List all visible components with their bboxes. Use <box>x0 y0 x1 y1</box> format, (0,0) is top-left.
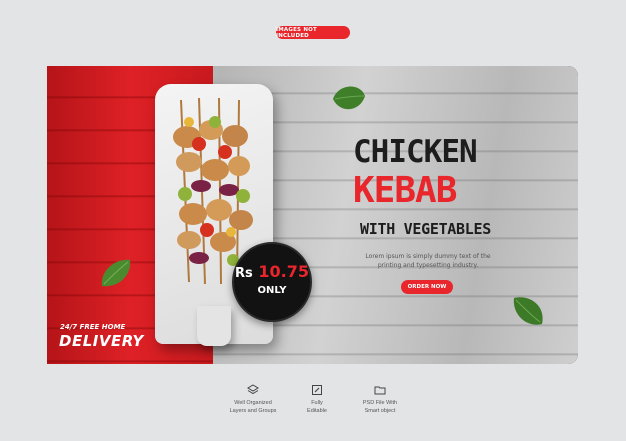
order-now-button[interactable]: ORDER NOW <box>401 280 453 294</box>
images-not-included-badge: IMAGES NOT INCLUDED <box>276 26 350 39</box>
promo-delivery-text: DELIVERY <box>59 332 144 350</box>
web-banner: Rs 10.75 ONLY 24/7 FREE HOME DELIVERY CH… <box>47 66 578 364</box>
headline-line-2: KEBAB <box>353 170 457 211</box>
features-row: Well Organized Layers and Groups Fully E… <box>0 384 626 434</box>
cutting-board-handle <box>197 306 231 346</box>
feature-3-line-1: PSD File With <box>362 400 398 406</box>
body-text-line-1: Lorem ipsum is simply dummy text of the <box>365 253 491 260</box>
edit-icon <box>312 385 322 395</box>
price-note: ONLY <box>257 285 287 296</box>
basil-leaf-icon <box>513 297 543 325</box>
body-text: Lorem ipsum is simply dummy text of the … <box>353 252 503 270</box>
body-text-line-2: printing and typesetting industry. <box>377 262 479 269</box>
price-badge: Rs 10.75 ONLY <box>232 242 312 322</box>
promo-free-delivery-text: 24/7 FREE HOME <box>60 323 126 331</box>
basil-leaf-icon <box>333 86 365 110</box>
headline-line-1: CHICKEN <box>353 134 478 170</box>
layers-icon <box>247 384 259 395</box>
price-amount: 10.75 <box>258 262 309 281</box>
file-icon <box>374 386 386 395</box>
basil-leaf-icon <box>101 259 131 287</box>
price-main: Rs 10.75 <box>234 262 310 281</box>
feature-3-line-2: Smart object <box>364 408 396 414</box>
feature-psd: PSD File With Smart object <box>340 384 420 415</box>
headline-line-3: WITH VEGETABLES <box>360 220 491 238</box>
price-currency: Rs <box>235 266 253 281</box>
